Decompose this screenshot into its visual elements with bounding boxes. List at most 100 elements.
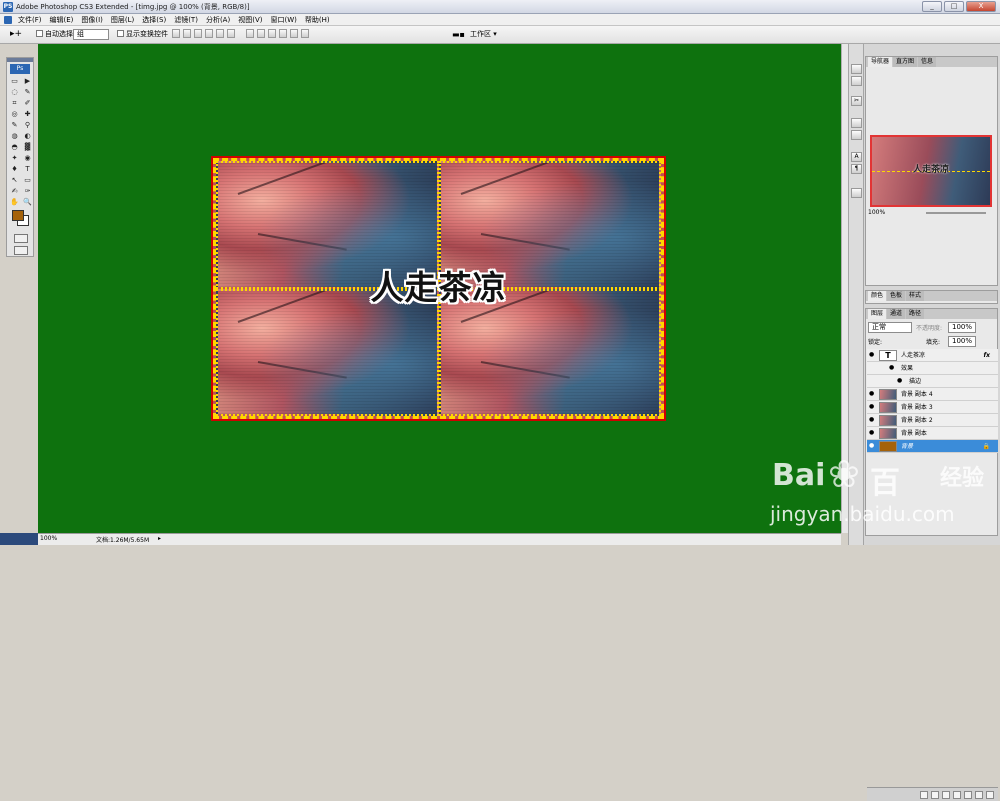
visibility-eye-icon[interactable]: ● [869,443,875,449]
align-vcenter-icon[interactable] [183,29,191,38]
align-top-icon[interactable] [172,29,180,38]
text-tool-icon[interactable]: T [22,164,33,174]
navigator-thumbnail[interactable]: 人走茶凉 [870,135,992,207]
maximize-button[interactable]: □ [944,1,964,12]
align-hcenter-icon[interactable] [216,29,224,38]
navigator-zoom[interactable]: 100% [868,209,885,216]
tab-layers[interactable]: 图层 [868,309,887,319]
layer-row[interactable]: ● T 人走茶凉 fx [867,349,998,362]
brushes-panel-icon[interactable] [851,118,862,128]
distribute-left-icon[interactable] [279,29,287,38]
effect-eye-icon[interactable]: ● [889,365,895,371]
marquee-tool-icon[interactable]: ▭ [9,76,20,86]
slice-tool-icon[interactable]: ✐ [22,98,33,108]
layer-row-selected[interactable]: ● 背景 🔒 [867,440,998,453]
menu-view[interactable]: 视图(V) [238,15,262,25]
show-transform-checkbox[interactable] [117,29,124,37]
workspace-icon[interactable]: ▬▪ [452,29,465,40]
align-bottom-icon[interactable] [194,29,202,38]
visibility-eye-icon[interactable]: ● [869,352,875,358]
navigator-zoom-slider[interactable] [926,212,986,214]
clone-stamp-tool-icon[interactable]: ✎ [9,120,20,130]
tab-navigator[interactable]: 导航器 [868,57,893,67]
hand-tool-icon[interactable]: ✋ [9,197,20,207]
brush-tool-icon[interactable]: ✚ [22,109,33,119]
zoom-tool-icon[interactable]: 🔍 [22,197,33,207]
menu-edit[interactable]: 编辑(E) [50,15,74,25]
layer-row[interactable]: ● 背景 副本 2 [867,414,998,427]
auto-select-checkbox[interactable] [36,29,43,37]
visibility-eye-icon[interactable]: ● [869,391,875,397]
tab-info[interactable]: 信息 [918,57,937,67]
distribute-hcenter-icon[interactable] [290,29,298,38]
link-layers-icon[interactable] [920,791,928,799]
shape-tool-icon[interactable]: ▭ [22,175,33,185]
add-style-icon[interactable] [931,791,939,799]
layer-effects-row[interactable]: ● 效果 [867,362,998,375]
distribute-right-icon[interactable] [301,29,309,38]
dodge-tool-icon[interactable]: ▓ [22,142,33,152]
magic-wand-tool-icon[interactable]: ✎ [22,87,33,97]
layer-effect-stroke-row[interactable]: ● 描边 [867,375,998,388]
distribute-bottom-icon[interactable] [268,29,276,38]
eyedropper-tool-icon[interactable]: ✑ [22,186,33,196]
canvas-text-layer[interactable]: 人走茶凉 [216,261,661,309]
character-panel-icon[interactable]: A [851,152,862,162]
align-right-icon[interactable] [227,29,235,38]
minimize-button[interactable]: _ [922,1,942,12]
menu-layer[interactable]: 图层(L) [111,15,134,25]
move-tool-icon[interactable]: ▶ [22,76,33,86]
tab-channels[interactable]: 通道 [887,309,906,319]
quick-mask-button[interactable] [14,234,28,243]
new-layer-icon[interactable] [975,791,983,799]
tab-swatches[interactable]: 色板 [887,291,906,301]
tab-color[interactable]: 颜色 [868,291,887,301]
document-canvas[interactable]: 人走茶凉 [38,44,841,533]
align-left-icon[interactable] [205,29,213,38]
close-button[interactable]: X [966,1,996,12]
menu-window[interactable]: 窗口(W) [270,15,296,25]
path-selection-tool-icon[interactable]: ♦ [9,164,20,174]
layer-row[interactable]: ● 背景 副本 [867,427,998,440]
visibility-eye-icon[interactable]: ● [869,417,875,423]
blend-mode-dropdown[interactable]: 正常 [868,322,912,333]
toolbox-header[interactable] [7,58,33,62]
tab-styles[interactable]: 样式 [906,291,925,301]
move-tool-icon[interactable]: ▸+ [10,29,22,40]
screen-mode-button[interactable] [14,246,28,255]
status-arrow-icon[interactable]: ▸ [158,535,161,542]
foreground-color-swatch[interactable] [12,210,24,221]
menu-select[interactable]: 选择(S) [142,15,166,25]
distribute-vcenter-icon[interactable] [257,29,265,38]
zoom-level[interactable]: 100% [40,535,57,542]
actions-panel-icon[interactable] [851,76,862,86]
document-size-info[interactable]: 文档:1.26M/5.65M [96,535,149,544]
paragraph-panel-icon[interactable]: ¶ [851,164,862,174]
history-brush-tool-icon[interactable]: ⚲ [22,120,33,130]
healing-brush-tool-icon[interactable]: ◎ [9,109,20,119]
new-group-icon[interactable] [964,791,972,799]
fx-icon[interactable]: fx [984,349,990,362]
auto-select-dropdown[interactable]: 组 [73,29,109,40]
opacity-input[interactable]: 100% [948,322,976,333]
layer-comps-icon[interactable] [851,188,862,198]
direct-selection-tool-icon[interactable]: ↖ [9,175,20,185]
menu-image[interactable]: 图像(I) [81,15,103,25]
stroke-eye-icon[interactable]: ● [897,378,903,384]
delete-layer-icon[interactable] [986,791,994,799]
menu-help[interactable]: 帮助(H) [305,15,330,25]
image-document[interactable]: 人走茶凉 [211,156,666,421]
history-panel-icon[interactable] [851,64,862,74]
workspace-menu[interactable]: 工作区 ▾ [470,29,497,40]
tool-presets-icon[interactable]: ✂ [851,96,862,106]
layer-row[interactable]: ● 背景 副本 4 [867,388,998,401]
crop-tool-icon[interactable]: ⌗ [9,98,20,108]
menu-analysis[interactable]: 分析(A) [206,15,230,25]
pen-tool-icon[interactable]: ✦ [9,153,20,163]
visibility-eye-icon[interactable]: ● [869,404,875,410]
eraser-tool-icon[interactable]: ◍ [9,131,20,141]
add-mask-icon[interactable] [942,791,950,799]
menu-file[interactable]: 文件(F) [18,15,42,25]
tab-paths[interactable]: 路径 [906,309,925,319]
visibility-eye-icon[interactable]: ● [869,430,875,436]
